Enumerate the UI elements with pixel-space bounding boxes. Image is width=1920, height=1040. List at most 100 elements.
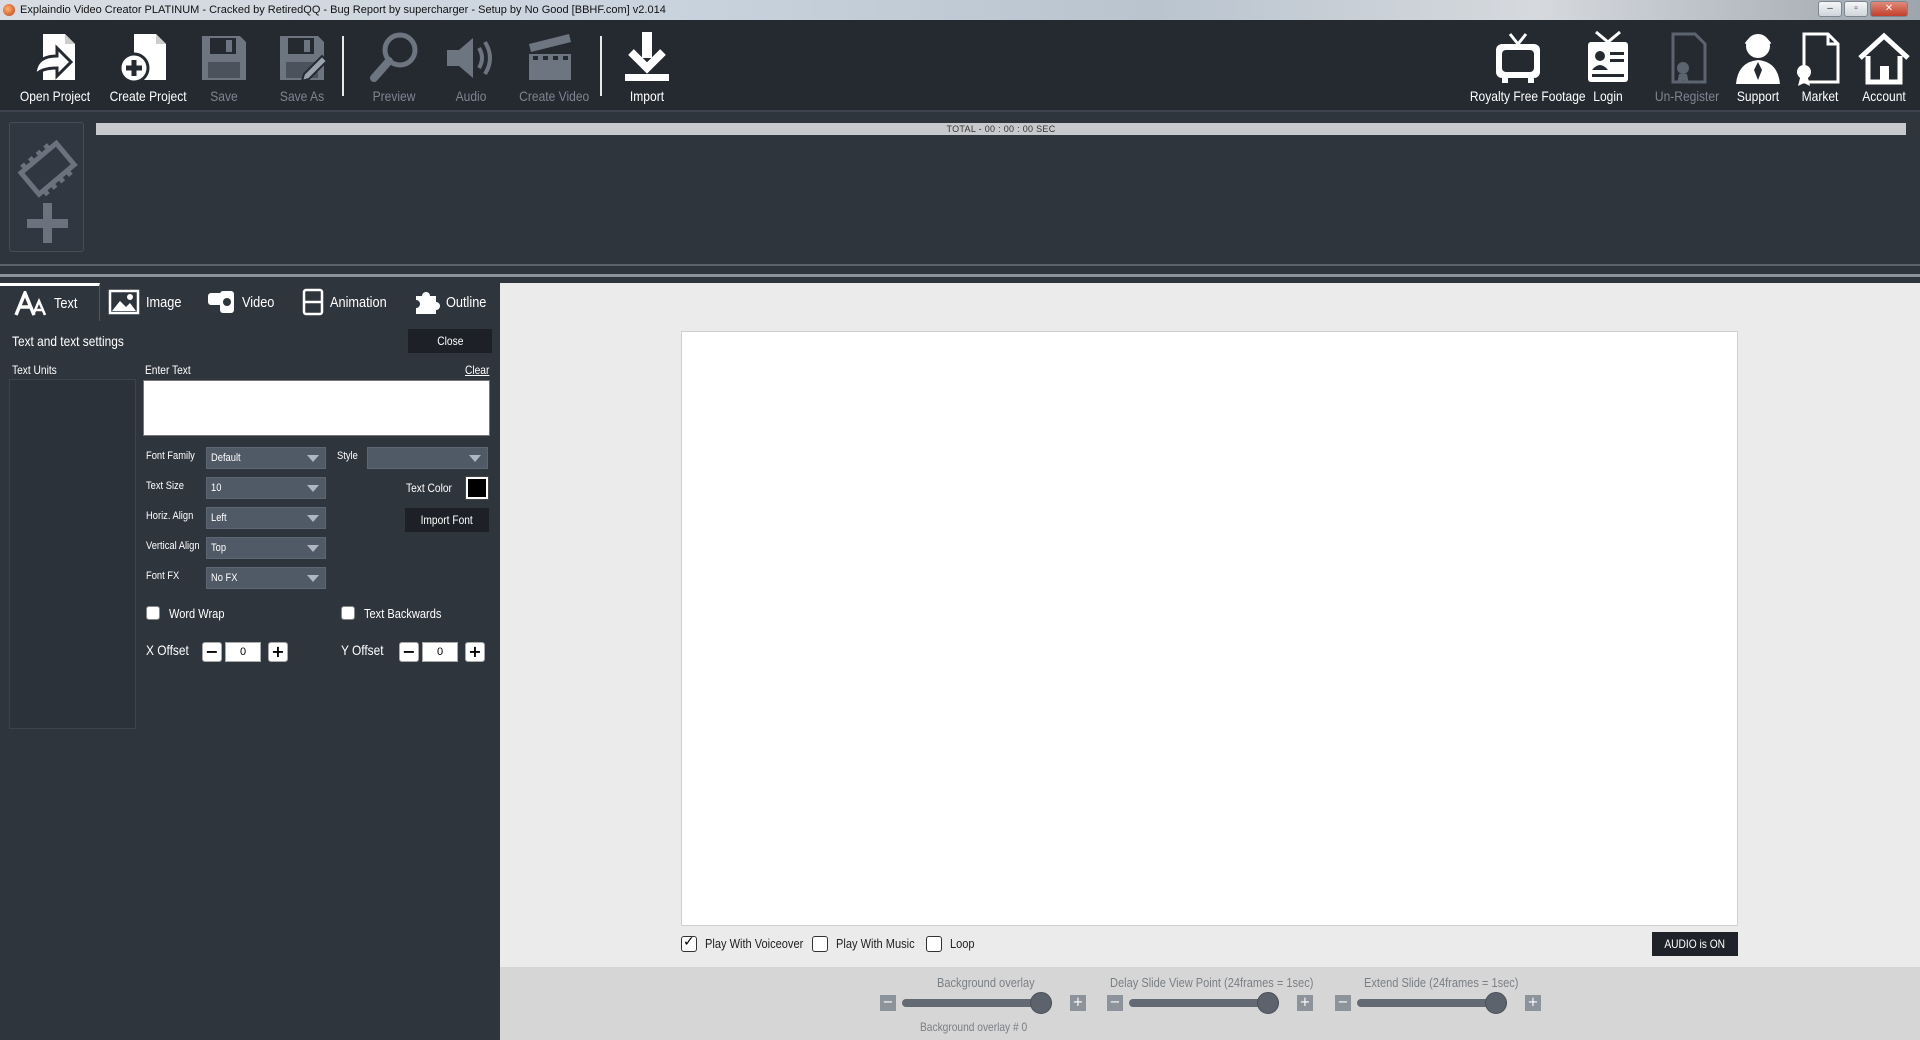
extend-slide-slider-knob[interactable] — [1485, 992, 1507, 1014]
y-offset-label: Y Offset — [341, 642, 384, 658]
panel-splitter[interactable] — [0, 274, 1920, 277]
play-with-voiceover-checkbox[interactable] — [681, 934, 697, 952]
chevron-down-icon — [307, 485, 319, 492]
vertical-align-select[interactable]: Top — [206, 537, 326, 559]
text-color-swatch[interactable] — [465, 476, 489, 500]
audio-toggle-button[interactable]: AUDIO is ON — [1652, 932, 1738, 956]
main-toolbar: Open Project Create Project Save Save As… — [0, 20, 1920, 112]
extend-slide-plus-button[interactable]: + — [1525, 995, 1541, 1011]
restore-button[interactable]: ▫ — [1844, 1, 1868, 17]
animation-tab-icon — [302, 288, 324, 316]
text-backwards-label: Text Backwards — [364, 606, 442, 621]
chevron-down-icon — [307, 545, 319, 552]
account-button[interactable]: Account — [1854, 30, 1914, 108]
close-window-button[interactable]: ✕ — [1870, 1, 1908, 17]
play-with-music-checkbox[interactable] — [812, 936, 828, 952]
x-offset-plus-button[interactable]: + — [268, 642, 288, 662]
preview-label: Preview — [372, 88, 416, 104]
unregister-icon — [1671, 32, 1707, 84]
x-offset-label: X Offset — [146, 642, 189, 658]
text-size-value: 10 — [211, 482, 222, 494]
create-project-button[interactable]: Create Project — [104, 30, 187, 108]
create-video-button[interactable]: Create Video — [514, 30, 590, 108]
save-as-icon — [280, 36, 329, 83]
import-icon — [625, 32, 669, 81]
tv-icon — [1496, 33, 1540, 83]
tab-image-label: Image — [146, 293, 182, 311]
add-slide-button[interactable] — [9, 122, 84, 252]
loop-checkbox[interactable] — [926, 936, 942, 952]
tab-video[interactable]: Video — [206, 283, 282, 321]
horiz-align-label: Horiz. Align — [146, 510, 194, 522]
save-as-button[interactable]: Save As — [270, 30, 334, 108]
font-fx-select[interactable]: No FX — [206, 567, 326, 589]
font-fx-label: Font FX — [146, 570, 180, 582]
x-offset-minus-button[interactable]: − — [202, 642, 222, 662]
enter-text-label: Enter Text — [145, 363, 191, 377]
extend-slide-minus-button[interactable]: − — [1335, 995, 1351, 1011]
import-font-button[interactable]: Import Font — [405, 508, 489, 532]
chevron-down-icon — [307, 575, 319, 582]
loop-label: Loop — [950, 936, 975, 951]
tab-outline[interactable]: Outline — [412, 283, 502, 321]
style-select[interactable] — [367, 447, 488, 469]
import-font-label: Import Font — [420, 513, 474, 527]
background-overlay-sublabel: Background overlay # 0 — [920, 1020, 1028, 1034]
login-badge-icon — [1588, 30, 1628, 82]
account-label: Account — [1862, 88, 1906, 104]
import-button[interactable]: Import — [618, 30, 676, 108]
import-label: Import — [629, 88, 665, 104]
royalty-free-footage-label: Royalty Free Footage — [1469, 88, 1586, 104]
audio-label: Audio — [455, 88, 487, 104]
support-label: Support — [1736, 88, 1780, 104]
chevron-down-icon — [307, 455, 319, 462]
tab-outline-label: Outline — [446, 293, 487, 311]
save-button[interactable]: Save — [196, 30, 252, 108]
tab-text[interactable]: Text — [0, 283, 100, 321]
create-project-label: Create Project — [109, 88, 187, 104]
chevron-down-icon — [469, 455, 481, 462]
market-button[interactable]: Market — [1792, 30, 1848, 108]
login-button[interactable]: Login — [1578, 30, 1638, 108]
save-as-label: Save As — [279, 88, 325, 104]
font-family-select[interactable]: Default — [206, 447, 326, 469]
enter-text-input[interactable] — [143, 380, 490, 436]
create-video-label: Create Video — [519, 88, 590, 104]
delay-slide-slider-knob[interactable] — [1257, 992, 1279, 1014]
y-offset-minus-button[interactable]: − — [399, 642, 419, 662]
support-button[interactable]: Support — [1730, 30, 1786, 108]
minimize-button[interactable]: – — [1818, 1, 1842, 17]
delay-slide-minus-button[interactable]: − — [1107, 995, 1123, 1011]
market-label: Market — [1801, 88, 1839, 104]
close-panel-button[interactable]: Close — [408, 329, 492, 353]
tab-image[interactable]: Image — [108, 283, 188, 321]
text-units-list[interactable] — [9, 379, 136, 729]
text-color-label: Text Color — [406, 481, 452, 495]
text-backwards-checkbox[interactable] — [341, 606, 355, 620]
open-project-button[interactable]: Open Project — [14, 30, 96, 108]
font-family-label: Font Family — [146, 450, 195, 462]
tab-animation[interactable]: Animation — [302, 283, 402, 321]
horiz-align-select[interactable]: Left — [206, 507, 326, 529]
background-overlay-minus-button[interactable]: − — [880, 995, 896, 1011]
audio-button[interactable]: Audio — [442, 30, 500, 108]
support-person-icon — [1736, 34, 1780, 84]
slide-canvas[interactable] — [681, 331, 1738, 926]
x-offset-value[interactable]: 0 — [225, 642, 261, 662]
preview-button[interactable]: Preview — [362, 30, 426, 108]
clear-text-link[interactable]: Clear — [465, 363, 489, 377]
y-offset-value[interactable]: 0 — [422, 642, 458, 662]
preview-icon — [370, 32, 418, 82]
background-overlay-slider-knob[interactable] — [1030, 992, 1052, 1014]
unregister-button[interactable]: Un-Register — [1648, 30, 1726, 108]
royalty-free-footage-button[interactable]: Royalty Free Footage — [1462, 30, 1586, 108]
market-icon — [1797, 32, 1840, 86]
delay-slide-plus-button[interactable]: + — [1297, 995, 1313, 1011]
video-tab-icon — [208, 291, 234, 313]
background-overlay-plus-button[interactable]: + — [1070, 995, 1086, 1011]
y-offset-plus-button[interactable]: + — [465, 642, 485, 662]
background-overlay-label: Background overlay — [937, 975, 1035, 990]
text-size-select[interactable]: 10 — [206, 477, 326, 499]
create-project-icon — [118, 34, 166, 84]
word-wrap-checkbox[interactable] — [146, 606, 160, 620]
